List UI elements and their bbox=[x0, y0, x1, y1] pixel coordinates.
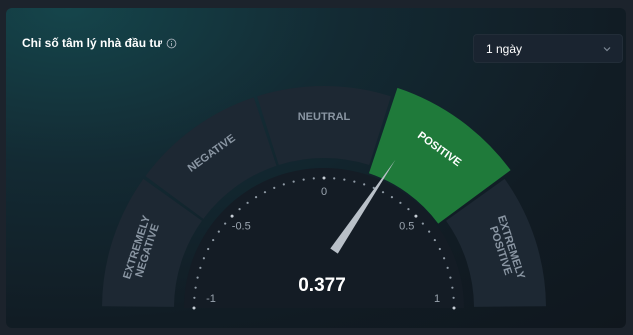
scale-dot bbox=[292, 180, 295, 183]
scale-dot bbox=[192, 306, 196, 310]
scale-dot bbox=[302, 178, 305, 181]
gauge-value: 0.377 bbox=[298, 275, 346, 296]
scale-dot bbox=[428, 230, 431, 233]
scale-dot bbox=[452, 306, 456, 310]
scale-dot bbox=[452, 296, 455, 299]
scale-dot bbox=[199, 266, 202, 269]
scale-dot bbox=[224, 222, 227, 225]
scale-dot bbox=[446, 266, 449, 269]
scale-dot bbox=[451, 286, 454, 289]
scale-dot bbox=[263, 191, 267, 194]
scale-dot bbox=[196, 276, 199, 279]
scale-dot bbox=[421, 222, 424, 225]
zone-label: NEUTRAL bbox=[298, 111, 351, 123]
sentiment-card: Chỉ số tâm lý nhà đầu tư 1 ngày EXTREMEL… bbox=[6, 8, 626, 328]
scale-dot bbox=[443, 257, 446, 260]
scale-dot bbox=[212, 238, 215, 242]
scale-dot bbox=[207, 247, 210, 251]
scale-dot bbox=[273, 186, 276, 189]
scale-dot bbox=[343, 178, 346, 181]
scale-dot bbox=[282, 183, 285, 186]
scale-dot bbox=[254, 196, 258, 199]
scale-dot bbox=[194, 286, 197, 289]
scale-dot bbox=[438, 247, 441, 251]
tick-label: 0.5 bbox=[399, 220, 414, 232]
scale-dot bbox=[449, 276, 452, 279]
scale-dot bbox=[238, 208, 241, 211]
scale-dot bbox=[414, 214, 418, 218]
zone-neutral bbox=[257, 86, 391, 165]
tick-label: 1 bbox=[434, 293, 440, 305]
scale-dot bbox=[230, 214, 234, 218]
scale-dot bbox=[246, 201, 249, 204]
scale-dot bbox=[353, 180, 356, 183]
sentiment-gauge: EXTREMELYNEGATIVENEGATIVENEUTRALEXTREMEL… bbox=[102, 86, 546, 310]
zone-label-line: NEUTRAL bbox=[298, 111, 351, 123]
scale-dot bbox=[363, 183, 366, 186]
scale-dot bbox=[399, 201, 402, 204]
tick-label: -1 bbox=[206, 293, 216, 305]
scale-dot bbox=[390, 196, 394, 199]
scale-dot bbox=[433, 238, 436, 242]
scale-dot bbox=[193, 296, 196, 299]
scale-dot bbox=[322, 176, 326, 180]
scale-dot bbox=[407, 208, 410, 211]
scale-dot bbox=[217, 230, 220, 233]
scale-dot bbox=[202, 257, 205, 260]
scale-dot bbox=[381, 191, 385, 194]
scale-dot bbox=[312, 177, 315, 180]
scale-dot bbox=[333, 177, 336, 180]
tick-label: 0 bbox=[321, 186, 327, 198]
tick-label: -0.5 bbox=[232, 220, 251, 232]
